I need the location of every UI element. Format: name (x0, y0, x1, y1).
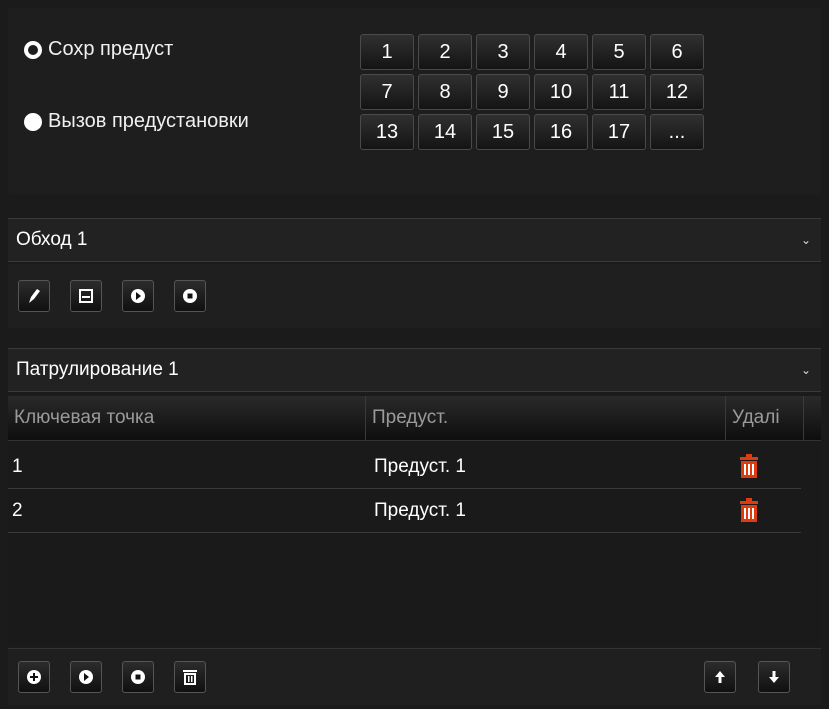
patrol-select-value: Патрулирование 1 (16, 359, 179, 380)
preset-number-button[interactable]: 3 (476, 34, 530, 70)
save-preset-label: Сохр предуст (48, 38, 174, 60)
play-icon (131, 289, 145, 303)
save-icon (79, 289, 93, 303)
table-row[interactable]: 1 Предуст. 1 (8, 444, 801, 489)
preset-number-button[interactable]: 11 (592, 74, 646, 110)
preset-panel: Сохр предуст Вызов предустановки 1 2 3 4… (8, 8, 821, 194)
preset-number-button[interactable]: 6 (650, 34, 704, 70)
stop-icon (131, 670, 145, 684)
clear-keypoints-button[interactable] (174, 661, 206, 693)
chevron-down-icon[interactable]: ⌄ (801, 363, 811, 377)
play-icon (79, 670, 93, 684)
stop-tour-button[interactable] (174, 280, 206, 312)
column-header-delete[interactable]: Удалі (726, 396, 804, 440)
preset-number-button[interactable]: 10 (534, 74, 588, 110)
play-patrol-button[interactable] (70, 661, 102, 693)
table-row[interactable]: 2 Предуст. 1 (8, 488, 801, 533)
preset-number-button[interactable]: 2 (418, 34, 472, 70)
stop-icon (183, 289, 197, 303)
keypoint-table: Ключевая точка Предуст. Удалі 1 Предуст.… (8, 396, 821, 646)
preset-number-button[interactable]: 8 (418, 74, 472, 110)
preset-number-button[interactable]: 15 (476, 114, 530, 150)
arrow-down-icon (769, 671, 779, 683)
play-tour-button[interactable] (122, 280, 154, 312)
trash-icon[interactable] (738, 498, 760, 522)
trash-icon[interactable] (738, 454, 760, 478)
edit-tour-button[interactable] (18, 280, 50, 312)
preset-number-button[interactable]: 13 (360, 114, 414, 150)
preset-number-button[interactable]: 9 (476, 74, 530, 110)
radio-selected-icon[interactable] (24, 40, 42, 59)
more-presets-button[interactable]: ... (650, 114, 704, 150)
call-preset-option[interactable]: Вызов предустановки (24, 110, 249, 133)
tour-toolbar (8, 264, 821, 328)
patrol-select[interactable]: Патрулирование 1 ⌄ (8, 348, 821, 392)
call-preset-label: Вызов предустановки (48, 110, 249, 132)
preset-cell: Предуст. 1 (374, 456, 466, 477)
preset-number-button[interactable]: 1 (360, 34, 414, 70)
preset-number-button[interactable]: 12 (650, 74, 704, 110)
patrol-toolbar (8, 648, 821, 705)
arrow-up-icon (715, 671, 725, 683)
preset-number-button[interactable]: 14 (418, 114, 472, 150)
preset-number-button[interactable]: 5 (592, 34, 646, 70)
preset-number-grid: 1 2 3 4 5 6 7 8 9 10 11 12 13 14 15 16 1… (360, 34, 704, 150)
preset-cell: Предуст. 1 (374, 500, 466, 521)
add-keypoint-button[interactable] (18, 661, 50, 693)
move-down-button[interactable] (758, 661, 790, 693)
preset-number-button[interactable]: 16 (534, 114, 588, 150)
column-header-preset[interactable]: Предуст. (366, 396, 726, 440)
tour-select[interactable]: Обход 1 ⌄ (8, 218, 821, 262)
add-icon (27, 670, 41, 684)
save-preset-option[interactable]: Сохр предуст (24, 38, 173, 61)
pencil-icon (29, 289, 40, 303)
table-header: Ключевая точка Предуст. Удалі (8, 396, 821, 441)
stop-patrol-button[interactable] (122, 661, 154, 693)
chevron-down-icon[interactable]: ⌄ (801, 233, 811, 247)
radio-icon[interactable] (24, 112, 42, 131)
tour-select-value: Обход 1 (16, 229, 88, 250)
save-tour-button[interactable] (70, 280, 102, 312)
keypoint-cell: 1 (12, 456, 23, 477)
keypoint-cell: 2 (12, 500, 23, 521)
column-header-keypoint[interactable]: Ключевая точка (8, 396, 366, 440)
preset-number-button[interactable]: 17 (592, 114, 646, 150)
clear-icon (183, 670, 197, 685)
move-up-button[interactable] (704, 661, 736, 693)
preset-number-button[interactable]: 7 (360, 74, 414, 110)
preset-number-button[interactable]: 4 (534, 34, 588, 70)
